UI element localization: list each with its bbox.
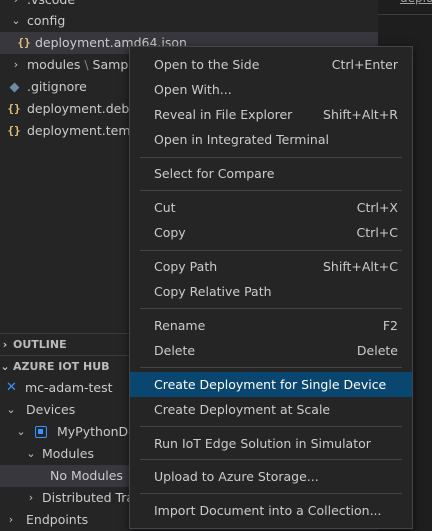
menu-item-cut[interactable]: Cut Ctrl+X (130, 195, 412, 220)
chevron-down-icon: ⌄ (26, 447, 36, 460)
menu-item-reveal-in-explorer[interactable]: Reveal in File Explorer Shift+Alt+R (130, 102, 412, 127)
menu-item-rename[interactable]: Rename F2 (130, 313, 412, 338)
no-modules-label: No Modules (50, 468, 123, 483)
menu-item-copy[interactable]: Copy Ctrl+C (130, 220, 412, 245)
tree-item-label: .gitignore (27, 79, 87, 94)
chevron-down-icon: ⌄ (0, 360, 10, 373)
tree-item-label: config (27, 13, 66, 28)
endpoints-label: Endpoints (26, 512, 89, 527)
menu-separator (140, 157, 402, 158)
devices-label: Devices (26, 402, 76, 417)
gitignore-file-icon (9, 82, 20, 93)
chevron-right-icon: › (28, 491, 34, 504)
section-title: AZURE IOT HUB (13, 360, 110, 373)
menu-item-copy-relative-path[interactable]: Copy Relative Path (130, 279, 412, 304)
editor-divider (378, 14, 432, 15)
menu-separator (140, 459, 402, 460)
json-file-icon: {} (7, 102, 21, 115)
modules-label: Modules (42, 446, 94, 461)
menu-separator (140, 308, 402, 309)
chevron-down-icon: ⌄ (16, 425, 26, 438)
chevron-down-icon: ⌄ (11, 14, 21, 27)
menu-item-open-with[interactable]: Open With... (130, 77, 412, 102)
context-menu: Open to the Side Ctrl+Enter Open With... … (129, 46, 413, 529)
menu-item-open-to-side[interactable]: Open to the Side Ctrl+Enter (130, 52, 412, 77)
menu-item-open-in-terminal[interactable]: Open in Integrated Terminal (130, 127, 412, 152)
section-title: OUTLINE (13, 338, 67, 351)
menu-separator (140, 250, 402, 251)
chevron-right-icon: › (8, 513, 14, 526)
device-icon (35, 426, 47, 438)
menu-item-upload-to-azure-storage[interactable]: Upload to Azure Storage... (130, 464, 412, 489)
json-file-icon: {} (7, 124, 21, 137)
hub-name: mc-adam-test (25, 380, 113, 395)
chevron-right-icon: › (2, 338, 8, 351)
tree-item-config[interactable]: ⌄ config (0, 10, 378, 32)
menu-item-create-deployment-single-device[interactable]: Create Deployment for Single Device (130, 372, 412, 397)
menu-separator (140, 190, 402, 191)
chevron-down-icon: ⌄ (6, 403, 16, 416)
editor-tab-peek[interactable]: deplo (400, 0, 432, 5)
json-file-icon: {} (17, 36, 31, 49)
menu-item-import-document[interactable]: Import Document into a Collection... (130, 498, 412, 523)
menu-item-create-deployment-at-scale[interactable]: Create Deployment at Scale (130, 397, 412, 422)
menu-item-delete[interactable]: Delete Delete (130, 338, 412, 363)
menu-separator (140, 493, 402, 494)
menu-item-copy-path[interactable]: Copy Path Shift+Alt+C (130, 254, 412, 279)
menu-separator (140, 426, 402, 427)
menu-item-run-in-simulator[interactable]: Run IoT Edge Solution in Simulator (130, 431, 412, 456)
iot-hub-icon: ✕ (6, 380, 17, 395)
menu-item-select-for-compare[interactable]: Select for Compare (130, 161, 412, 186)
chevron-right-icon: › (13, 58, 19, 71)
menu-separator (140, 367, 402, 368)
